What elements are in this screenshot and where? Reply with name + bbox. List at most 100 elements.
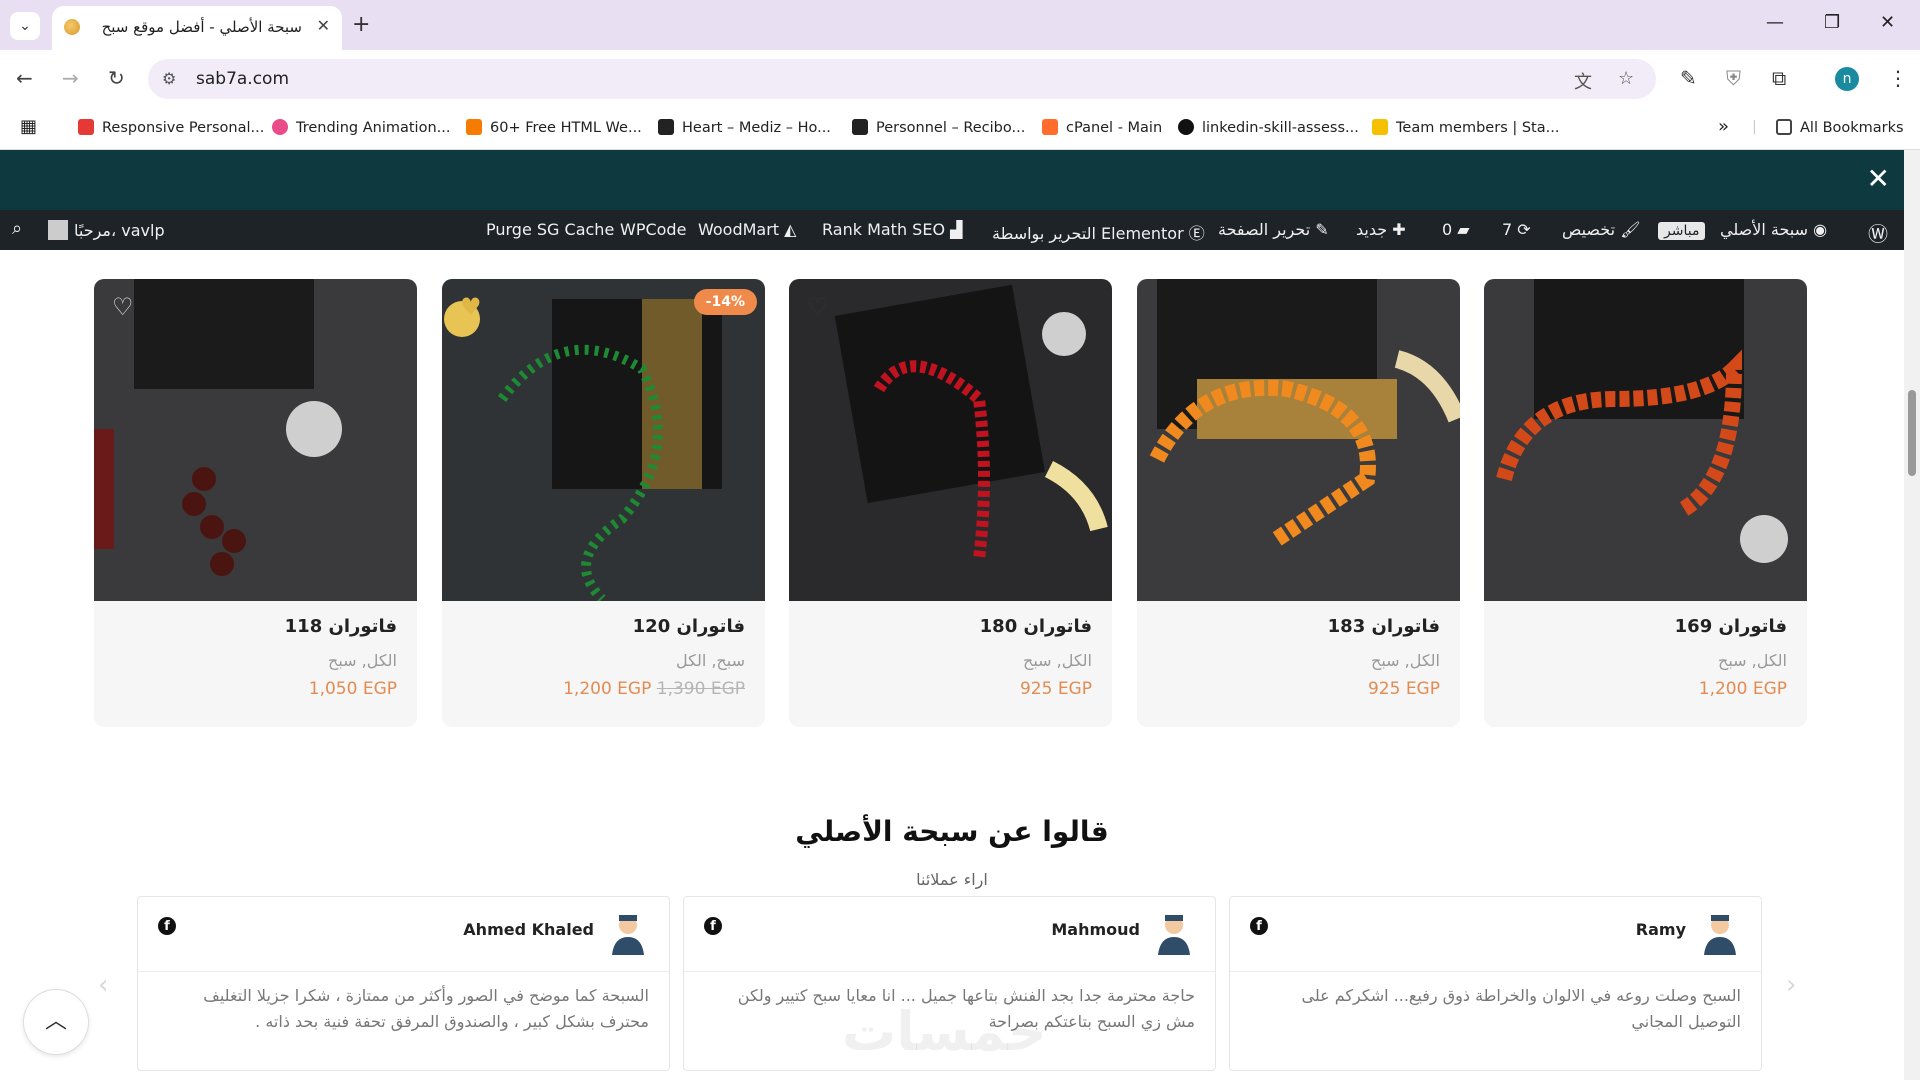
old-price: 1,390 EGP [656,679,745,699]
translate-icon[interactable]: 文 [1574,68,1592,94]
bookmark-5[interactable]: Personnel – Recibo... [852,119,1025,136]
reviewer-name: Mahmoud [1051,920,1140,939]
menu-kebab-icon[interactable]: ⋮ [1888,66,1908,90]
testimonial-text: السبحة كما موضح في الصور وأكثر من ممتازة… [203,986,649,1031]
search-icon[interactable]: ⌕ [12,218,22,239]
wpcode-link[interactable]: WPCode [620,220,686,239]
scrollbar-thumb[interactable] [1908,390,1916,476]
product-categories[interactable]: الكل, سبح [1023,651,1092,670]
restore-icon[interactable]: ❐ [1824,12,1840,33]
close-icon[interactable]: ✕ [317,16,330,35]
product-categories[interactable]: الكل, سبح [1371,651,1440,670]
sale-badge: -14% [693,289,757,315]
product-categories[interactable]: الكل, سبح [328,651,397,670]
site-name-link[interactable]: سبحة الأصلي ◉ [1720,220,1827,239]
facebook-icon[interactable]: f [158,917,176,935]
bookmark-3[interactable]: 60+ Free HTML We... [466,119,642,136]
watermark: خمسات [842,1000,1047,1063]
star-bookmark-icon[interactable]: ☆ [1618,68,1634,89]
apps-grid-icon[interactable]: ▦ [20,116,37,137]
forward-arrow-icon[interactable]: → [62,66,79,90]
elementor-link[interactable]: التحرير بواسطة Elementor Ⓔ [992,220,1205,244]
page-content: ♡ فاتوران 118 الكل, سبح 1,050 EGP ♥ -14%… [0,250,1904,1080]
divider [138,971,669,972]
minimize-icon[interactable]: — [1766,12,1784,33]
address-bar[interactable]: ⚙ sab7a.com 文 ☆ [148,59,1656,99]
product-image[interactable] [789,279,1112,601]
product-title[interactable]: فاتوران 180 [980,616,1092,637]
product-title[interactable]: فاتوران 118 [285,616,397,637]
new-link[interactable]: جديد ✚ [1356,220,1406,239]
carousel-next-arrow-icon[interactable]: › [1786,970,1796,1000]
shield-extension-icon[interactable]: ⛨ [1726,66,1741,90]
separator: | [1752,119,1757,135]
pen-extension-icon[interactable]: ✎ [1680,66,1697,90]
site-header: ✕ [0,150,1904,210]
product-title[interactable]: فاتوران 169 [1675,616,1787,637]
product-card[interactable]: ♥ -14% فاتوران 120 سبح, الكل 1,200 EGP 1… [442,279,765,727]
wishlist-heart-icon[interactable]: ♡ [807,293,829,321]
close-icon[interactable]: ✕ [1867,162,1890,195]
new-tab-plus-icon[interactable]: + [352,12,370,37]
bookmark-4[interactable]: Heart – Mediz – Ho... [658,119,831,136]
product-image[interactable] [1484,279,1807,601]
edit-page-link[interactable]: تحرير الصفحة ✎ [1218,220,1329,239]
avatar [612,915,644,955]
updates-link[interactable]: 7 ⟳ [1502,220,1531,239]
product-card[interactable]: ♡ فاتوران 118 الكل, سبح 1,050 EGP [94,279,417,727]
wishlist-heart-icon[interactable]: ♥ [460,293,482,321]
woodmart-link[interactable]: WoodMart ◭ [698,220,796,239]
bookmark-6[interactable]: cPanel - Main [1042,119,1162,136]
product-title[interactable]: فاتوران 183 [1328,616,1440,637]
reload-icon[interactable]: ↻ [108,66,125,90]
profile-avatar[interactable]: n [1835,67,1859,91]
scroll-to-top-button[interactable]: ︿ [24,990,88,1054]
browser-toolbar: ← → ↻ ⚙ sab7a.com 文 ☆ ✎ ⛨ ⧉ n ⋮ [0,50,1920,108]
github-icon [1178,119,1194,135]
active-tab[interactable]: سبحة الأصلي - أفضل موقع سبح ✕ [52,6,342,50]
product-categories[interactable]: الكل, سبح [1718,651,1787,670]
product-card[interactable]: ♡ فاتوران 180 الكل, سبح 925 EGP [789,279,1112,727]
carousel-prev-arrow-icon[interactable]: ‹ [98,970,108,1000]
site-favicon-icon [64,19,80,35]
back-arrow-icon[interactable]: ← [16,66,33,90]
all-bookmarks[interactable]: All Bookmarks [1776,119,1904,136]
testimonial-card: f Ahmed Khaled السبحة كما موضح في الصور … [137,896,670,1071]
product-categories[interactable]: سبح, الكل [676,651,745,670]
extensions-puzzle-icon[interactable]: ⧉ [1772,66,1786,90]
woodmart-logo-icon: ◭ [784,220,797,239]
window-close-icon[interactable]: ✕ [1880,12,1895,33]
page-scrollbar[interactable] [1904,150,1920,1080]
facebook-icon[interactable]: f [704,917,722,935]
wp-admin-bar: ⌕ مرحبًا، vavlp Purge SG Cache WPCode Wo… [0,210,1904,250]
tab-strip: ⌄ سبحة الأصلي - أفضل موقع سبح ✕ + — ❐ ✕ [0,0,1920,50]
more-bookmarks-chevron-icon[interactable]: » [1718,116,1729,137]
chart-icon: ▟ [950,220,963,239]
wishlist-heart-icon[interactable]: ♡ [112,293,134,321]
comments-link[interactable]: 0 ▰ [1442,220,1470,239]
facebook-icon[interactable]: f [1250,917,1268,935]
product-image[interactable] [442,279,765,601]
product-card[interactable]: فاتوران 183 الكل, سبح 925 EGP [1137,279,1460,727]
customize-link[interactable]: تخصيص 🖌 [1562,220,1641,239]
rankmath-link[interactable]: Rank Math SEO ▟ [822,220,962,239]
tab-search-chevron-icon[interactable]: ⌄ [10,12,40,40]
product-card[interactable]: فاتوران 169 الكل, سبح 1,200 EGP [1484,279,1807,727]
purge-cache-link[interactable]: Purge SG Cache [486,220,614,239]
wordpress-logo-icon[interactable]: Ⓦ [1868,218,1888,247]
elementor-icon: Ⓔ [1188,224,1205,243]
admin-greeting[interactable]: مرحبًا، vavlp [48,220,165,240]
product-image[interactable] [1137,279,1460,601]
bookmark-7[interactable]: linkedin-skill-assess... [1178,119,1359,136]
bookmark-8[interactable]: Team members | Sta... [1372,119,1559,136]
site-settings-icon[interactable]: ⚙ [162,69,176,88]
testimonials-subtitle: اراء عملائنا [916,870,988,889]
layers-icon [658,119,674,135]
testimonial-text: السبح وصلت روعه في الالوان والخراطة ذوق … [1301,986,1741,1031]
bookmark-2[interactable]: Trending Animation... [272,119,450,136]
cpanel-icon [1042,119,1058,135]
product-title[interactable]: فاتوران 120 [633,616,745,637]
avatar [48,220,68,240]
bookmark-1[interactable]: Responsive Personal... [78,119,264,136]
product-image[interactable] [94,279,417,601]
